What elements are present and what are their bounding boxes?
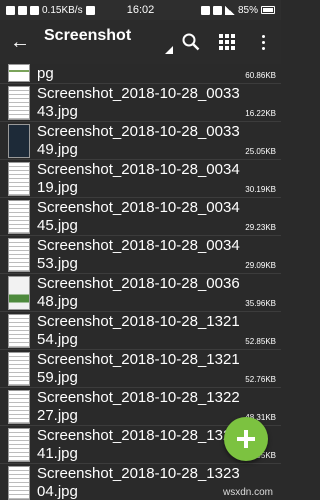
file-name: Screenshot_2018-10-28_132159.jpg	[37, 351, 240, 386]
file-name: Screenshot_2018-10-28_132304.jpg	[37, 465, 240, 500]
file-row[interactable]: Screenshot_2018-10-28_003453.jpg 29.09KB	[0, 236, 281, 274]
file-thumbnail	[8, 162, 30, 196]
alarm-icon	[212, 5, 222, 15]
battery-percent: 85%	[237, 4, 258, 16]
back-button[interactable]: ←	[0, 20, 40, 64]
file-name: Screenshot_2018-10-28_003453.jpg	[37, 237, 240, 272]
file-size: 29.09KB	[245, 261, 276, 270]
notification-icon	[6, 5, 15, 15]
search-icon	[182, 33, 200, 51]
add-button[interactable]	[224, 417, 268, 461]
wifi-icon	[85, 5, 95, 15]
file-thumbnail	[8, 466, 30, 500]
file-row[interactable]: Screenshot_2018-10-28_003648.jpg 35.96KB	[0, 274, 281, 312]
file-thumbnail	[8, 352, 30, 386]
status-right: 85%	[200, 4, 275, 16]
file-name: Screenshot_2018-10-28_003343.jpg	[37, 85, 240, 120]
file-size: 29.23KB	[245, 223, 276, 232]
bluetooth-icon	[200, 5, 210, 15]
back-arrow-icon: ←	[10, 30, 30, 53]
grid-view-button[interactable]	[209, 20, 245, 64]
network-speed: 0.15KB/s	[42, 4, 83, 16]
file-name: Screenshot_2018-10-28_132241.jpg	[37, 427, 240, 462]
folder-selector[interactable]: Screenshot	[40, 20, 173, 64]
status-left: 0.15KB/s	[6, 5, 95, 16]
battery-icon	[261, 6, 275, 14]
file-size: 52.85KB	[245, 337, 276, 346]
file-name: Screenshot_2018-10-28_003419.jpg	[37, 161, 240, 196]
file-thumbnail	[8, 428, 30, 462]
file-name: Screenshot_2018-10-28_003648.jpg	[37, 275, 240, 310]
file-thumbnail	[8, 200, 30, 234]
dropdown-corner-icon	[165, 46, 173, 54]
toolbar-actions	[173, 20, 281, 64]
file-thumbnail	[8, 390, 30, 424]
file-size: 25.05KB	[245, 147, 276, 156]
file-row[interactable]: Screenshot_2018-10-28_003349.jpg 25.05KB	[0, 122, 281, 160]
file-name: pg	[37, 65, 54, 82]
grid-view-icon	[219, 34, 235, 50]
notification-icon-2	[18, 5, 27, 15]
file-name: Screenshot_2018-10-28_132154.jpg	[37, 313, 240, 348]
file-thumbnail	[8, 314, 30, 348]
page-title: Screenshot	[44, 27, 132, 44]
notification-icon-3	[30, 5, 39, 15]
file-thumbnail	[8, 64, 30, 82]
file-size: 30.19KB	[245, 185, 276, 194]
file-name: Screenshot_2018-10-28_003445.jpg	[37, 199, 240, 234]
status-bar: 0.15KB/s 16:02 85%	[0, 0, 281, 20]
watermark: wsxdn.com	[222, 487, 273, 498]
file-row[interactable]: Screenshot_2018-10-28_132159.jpg 52.76KB	[0, 350, 281, 388]
search-button[interactable]	[173, 20, 209, 64]
file-row[interactable]: Screenshot_2018-10-28_003445.jpg 29.23KB	[0, 198, 281, 236]
file-thumbnail	[8, 124, 30, 158]
file-name: Screenshot_2018-10-28_003349.jpg	[37, 123, 240, 158]
toolbar: ← Screenshot	[0, 20, 281, 64]
file-row[interactable]: pg 60.86KB	[0, 64, 281, 84]
plus-icon	[237, 430, 255, 448]
file-row[interactable]: Screenshot_2018-10-28_003419.jpg 30.19KB	[0, 160, 281, 198]
overflow-menu-icon	[261, 34, 265, 50]
file-name: Screenshot_2018-10-28_132227.jpg	[37, 389, 240, 424]
signal-icon	[224, 5, 235, 15]
file-size: 60.86KB	[245, 71, 276, 80]
file-row[interactable]: Screenshot_2018-10-28_132154.jpg 52.85KB	[0, 312, 281, 350]
file-size: 35.96KB	[245, 299, 276, 308]
file-thumbnail	[8, 276, 30, 310]
file-size: 16.22KB	[245, 109, 276, 118]
file-size: 52.76KB	[245, 375, 276, 384]
file-thumbnail	[8, 238, 30, 272]
overflow-menu-button[interactable]	[245, 20, 281, 64]
file-row[interactable]: Screenshot_2018-10-28_003343.jpg 16.22KB	[0, 84, 281, 122]
file-thumbnail	[8, 86, 30, 120]
